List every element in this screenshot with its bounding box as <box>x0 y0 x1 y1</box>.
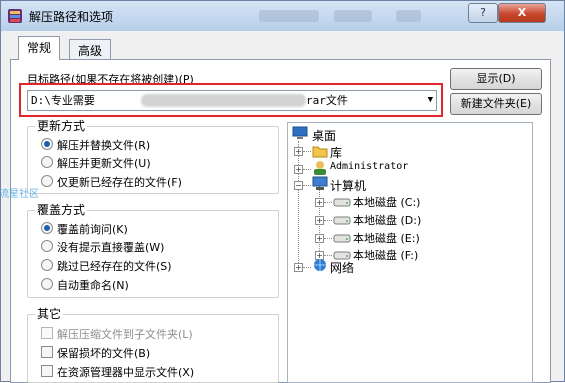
tab-general[interactable]: 常规 <box>18 36 61 60</box>
folder-tree[interactable]: 桌面 + 库 + Administrator − 计算机 + 本地磁盘 (C:)… <box>287 122 533 383</box>
overwrite-mode-title: 覆盖方式 <box>35 201 88 218</box>
tree-guide-line <box>303 267 311 268</box>
tree-guide-line <box>303 151 311 152</box>
computer-icon <box>312 176 328 190</box>
radio-skip-existing[interactable] <box>41 259 53 271</box>
tree-guide-line <box>303 169 311 170</box>
option-label: 解压并更新文件(U) <box>57 157 151 170</box>
help-button[interactable]: ? <box>468 3 498 23</box>
checkbox-extract-to-subfolders[interactable] <box>41 327 53 339</box>
option-label: 仅更新已经存在的文件(F) <box>57 176 182 189</box>
tree-item-desktop[interactable]: 桌面 <box>312 127 336 144</box>
tree-guide-line <box>298 141 299 267</box>
radio-overwrite-without-prompt[interactable] <box>41 240 53 252</box>
user-icon <box>314 161 326 175</box>
expand-toggle[interactable]: + <box>294 165 303 174</box>
watermark: 流星社区 <box>0 189 39 200</box>
extract-dialog: 解压路径和选项 ? X 常规 高级 目标路径(如果不存在将被创建)(P) D:\… <box>0 0 565 383</box>
titlebar: 解压路径和选项 ? X <box>1 1 564 31</box>
highlight-box <box>19 83 443 117</box>
tree-item-network[interactable]: 网络 <box>330 259 354 276</box>
radio-extract-update[interactable] <box>41 156 53 168</box>
checkbox-keep-broken-files[interactable] <box>41 346 53 358</box>
blurred-title-region <box>334 10 372 22</box>
blurred-title-region <box>396 10 421 22</box>
option-label: 解压并替换文件(R) <box>57 139 151 152</box>
tree-item-computer[interactable]: 计算机 <box>330 177 366 194</box>
collapse-toggle[interactable]: − <box>294 181 303 190</box>
close-button[interactable]: X <box>498 3 546 23</box>
tree-guide-line <box>324 255 332 256</box>
tree-item-drive-e[interactable]: 本地磁盘 (E:) <box>353 230 420 246</box>
option-label: 保留损坏的文件(B) <box>57 347 151 360</box>
library-icon <box>312 146 328 158</box>
radio-auto-rename[interactable] <box>41 278 53 290</box>
expand-toggle[interactable]: + <box>294 147 303 156</box>
expand-toggle[interactable]: + <box>315 198 324 207</box>
network-icon <box>314 259 326 271</box>
expand-toggle[interactable]: + <box>315 234 324 243</box>
desktop-icon <box>292 126 308 139</box>
tree-guide-line <box>324 220 332 221</box>
tree-guide-line <box>324 202 332 203</box>
option-label: 自动重命名(N) <box>57 279 129 292</box>
tab-advanced[interactable]: 高级 <box>69 39 112 60</box>
option-label: 覆盖前询问(K) <box>57 223 128 236</box>
option-label: 跳过已经存在的文件(S) <box>57 260 172 273</box>
tree-item-drive-d[interactable]: 本地磁盘 (D:) <box>353 212 421 228</box>
option-label: 解压压缩文件到子文件夹(L) <box>57 328 193 341</box>
radio-update-existing[interactable] <box>41 175 53 187</box>
update-mode-title: 更新方式 <box>35 117 88 134</box>
tree-item-drive-f[interactable]: 本地磁盘 (F:) <box>353 247 418 263</box>
radio-extract-replace[interactable] <box>41 138 53 150</box>
tree-item-drive-c[interactable]: 本地磁盘 (C:) <box>353 194 420 210</box>
tree-item-library[interactable]: 库 <box>330 144 342 161</box>
expand-toggle[interactable]: + <box>315 216 324 225</box>
tree-guide-line <box>324 238 332 239</box>
checkbox-show-in-explorer[interactable] <box>41 365 53 377</box>
winrar-icon <box>8 9 22 23</box>
new-folder-button[interactable]: 新建文件夹(E) <box>450 93 542 115</box>
drive-icon <box>333 234 351 243</box>
radio-ask-before-overwrite[interactable] <box>41 222 53 234</box>
show-button[interactable]: 显示(D) <box>450 68 542 90</box>
misc-title: 其它 <box>35 305 64 322</box>
window-title: 解压路径和选项 <box>29 10 114 24</box>
tree-guide-line <box>303 185 311 186</box>
blurred-title-region <box>259 10 319 22</box>
option-label: 在资源管理器中显示文件(X) <box>57 366 195 379</box>
drive-icon <box>333 216 351 225</box>
tree-item-administrator[interactable]: Administrator <box>330 161 408 172</box>
option-label: 没有提示直接覆盖(W) <box>57 241 165 254</box>
drive-icon <box>333 198 351 207</box>
expand-toggle[interactable]: + <box>294 263 303 272</box>
